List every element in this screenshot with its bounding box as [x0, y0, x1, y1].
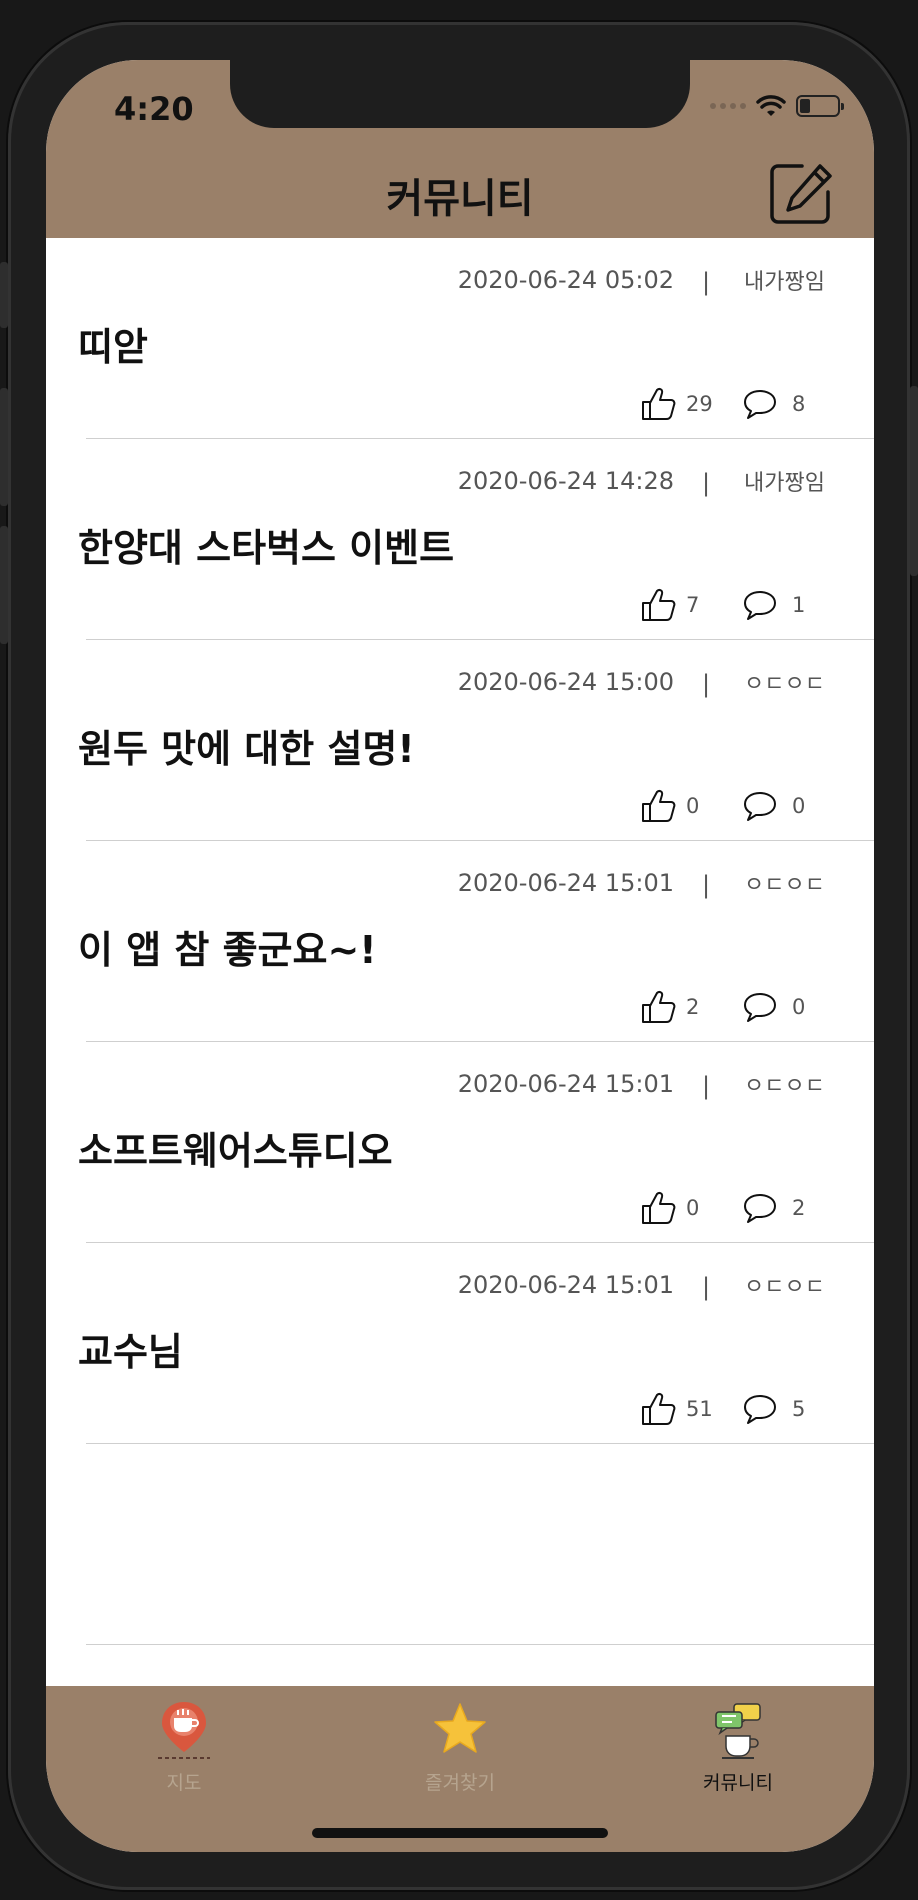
post-author: 내가짱임 [744, 471, 825, 496]
star-icon [434, 1703, 486, 1753]
side-button [910, 386, 918, 576]
comment-count: 1 [792, 593, 806, 617]
status-indicators [710, 94, 844, 118]
post-author: ㅇㄷㅇㄷ [744, 672, 825, 697]
edit-icon[interactable] [768, 160, 834, 226]
comment-bubble-icon [744, 792, 776, 821]
post-title: 한양대 스타벅스 이벤트 [78, 526, 455, 570]
post-date: 2020-06-24 15:00 [457, 668, 674, 696]
post-title: 소프트웨어스튜디오 [78, 1129, 393, 1173]
post-title: 교수님 [78, 1330, 183, 1374]
like-count: 7 [686, 593, 700, 617]
post-date: 2020-06-24 15:01 [457, 1070, 674, 1098]
wifi-icon [756, 95, 786, 116]
comment-bubble-icon [744, 1395, 776, 1424]
separator: | [702, 469, 711, 497]
comment-count: 0 [792, 995, 806, 1019]
like-count: 2 [686, 995, 700, 1019]
side-button [0, 388, 8, 506]
list-item[interactable]: 2020-06-24 14:28 | 내가짱임 한양대 스타벅스 이벤트 7 1 [78, 439, 874, 640]
separator: | [702, 268, 711, 296]
app-screen: 4:20 커뮤니티 2020-06-24 05:02 | 내가짱임 띠앋 29 … [46, 60, 874, 1852]
post-title: 띠앋 [78, 325, 148, 369]
post-author: ㅇㄷㅇㄷ [744, 1275, 825, 1300]
thumbs-up-icon [642, 790, 676, 822]
post-date: 2020-06-24 15:01 [457, 869, 674, 897]
like-count: 0 [686, 794, 700, 818]
empty-list-row [86, 1444, 874, 1645]
comment-count: 5 [792, 1397, 806, 1421]
comment-count: 0 [792, 794, 806, 818]
like-count: 29 [686, 392, 713, 416]
post-list: 2020-06-24 05:02 | 내가짱임 띠앋 29 8 2020-06-… [46, 238, 874, 1645]
battery-icon [796, 95, 844, 117]
thumbs-up-icon [642, 1393, 676, 1425]
tab-label: 지도 [166, 1772, 202, 1794]
separator: | [702, 670, 711, 698]
list-item[interactable]: 2020-06-24 15:00 | ㅇㄷㅇㄷ 원두 맛에 대한 설명! 0 0 [78, 640, 874, 841]
like-count: 0 [686, 1196, 700, 1220]
post-title: 원두 맛에 대한 설명! [78, 727, 415, 771]
thumbs-up-icon [642, 388, 676, 420]
comment-count: 2 [792, 1196, 806, 1220]
post-author: ㅇㄷㅇㄷ [744, 1074, 825, 1099]
separator: | [702, 1072, 711, 1100]
separator: | [702, 1273, 711, 1301]
side-button [0, 262, 8, 328]
comment-bubble-icon [744, 993, 776, 1022]
post-author: 내가짱임 [744, 270, 825, 295]
home-indicator [312, 1828, 608, 1838]
list-item[interactable]: 2020-06-24 15:01 | ㅇㄷㅇㄷ 소프트웨어스튜디오 0 2 [78, 1042, 874, 1243]
post-date: 2020-06-24 14:28 [457, 467, 674, 495]
tab-map[interactable]: 지도 [104, 1700, 264, 1795]
post-date: 2020-06-24 15:01 [457, 1271, 674, 1299]
thumbs-up-icon [642, 1192, 676, 1224]
comment-count: 8 [792, 392, 806, 416]
post-date: 2020-06-24 05:02 [457, 266, 674, 294]
comment-bubble-icon [744, 591, 776, 620]
community-icon [715, 1703, 761, 1759]
separator: | [702, 871, 711, 899]
post-title: 이 앱 참 좋군요~! [78, 928, 377, 972]
tab-bar: 지도 즐겨찾기 커뮤니티 [46, 1686, 874, 1852]
tab-favorites[interactable]: 즐겨찾기 [380, 1700, 540, 1795]
side-button [0, 526, 8, 644]
list-item[interactable]: 2020-06-24 15:01 | ㅇㄷㅇㄷ 교수님 51 5 [78, 1243, 874, 1444]
page-title: 커뮤니티 [386, 176, 534, 222]
thumbs-up-icon [642, 589, 676, 621]
nav-header: 4:20 커뮤니티 [46, 60, 874, 238]
thumbs-up-icon [642, 991, 676, 1023]
tab-community[interactable]: 커뮤니티 [658, 1700, 818, 1795]
like-count: 51 [686, 1397, 713, 1421]
notch [230, 60, 690, 128]
post-author: ㅇㄷㅇㄷ [744, 873, 825, 898]
list-item[interactable]: 2020-06-24 05:02 | 내가짱임 띠앋 29 8 [78, 238, 874, 439]
comment-bubble-icon [744, 390, 776, 419]
map-pin-icon [158, 1702, 210, 1759]
tab-label: 즐겨찾기 [425, 1772, 495, 1794]
signal-dots-icon [710, 103, 746, 109]
comment-bubble-icon [744, 1194, 776, 1223]
tab-label: 커뮤니티 [703, 1772, 773, 1794]
list-item[interactable]: 2020-06-24 15:01 | ㅇㄷㅇㄷ 이 앱 참 좋군요~! 2 0 [78, 841, 874, 1042]
status-time: 4:20 [114, 90, 194, 128]
